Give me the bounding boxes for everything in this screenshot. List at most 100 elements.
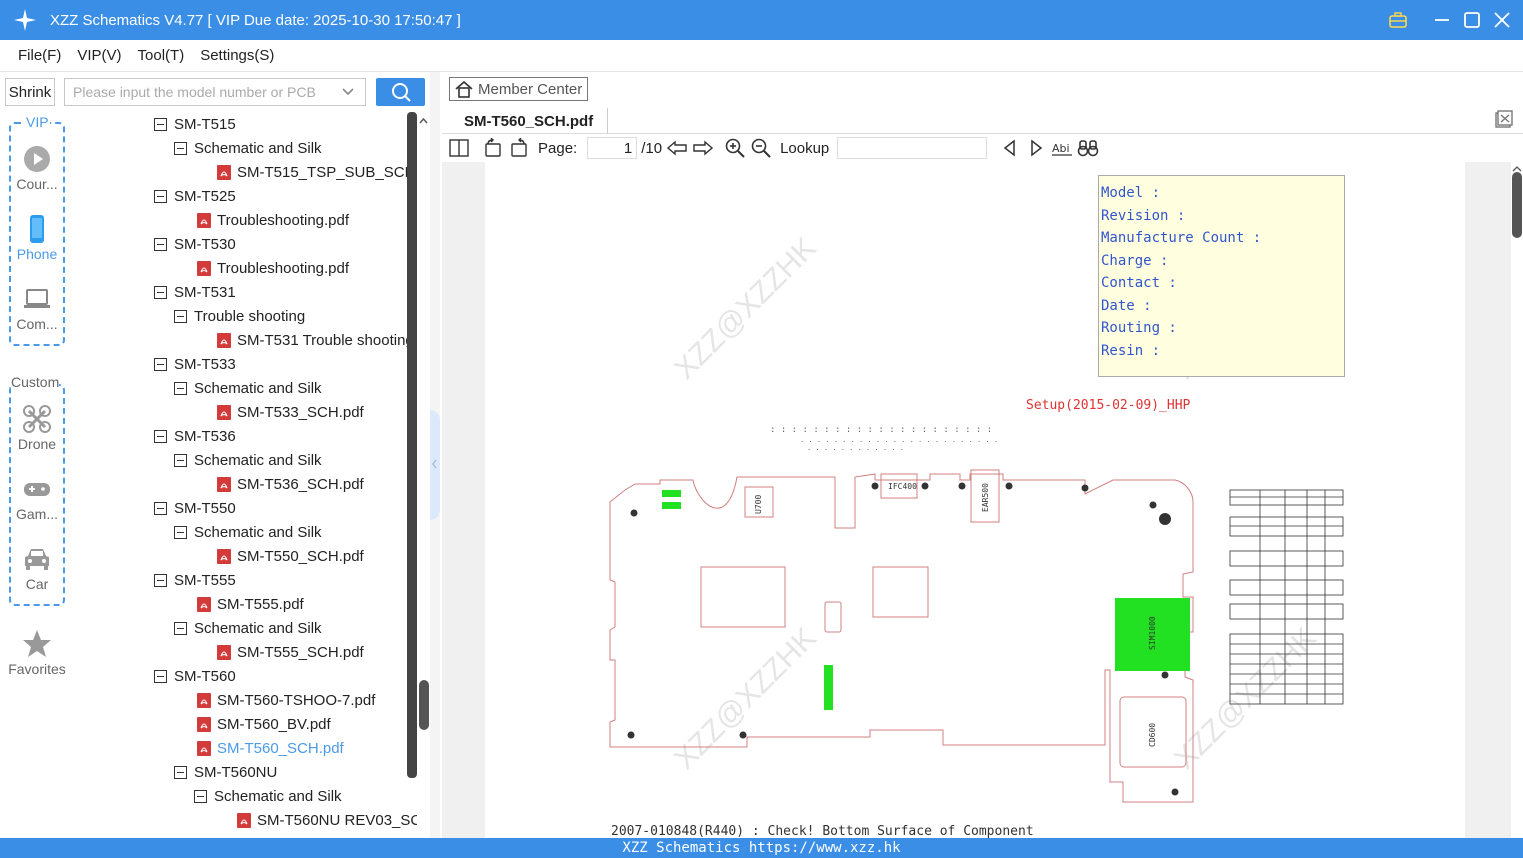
tree-item-label: Schematic and Silk bbox=[194, 379, 322, 397]
rail-item-drone[interactable]: Drone bbox=[0, 404, 74, 452]
window-title: XZZ Schematics V4.77 [ VIP Due date: 202… bbox=[50, 11, 461, 29]
rail-item-game[interactable]: Gam... bbox=[0, 474, 74, 522]
zoom-in-button[interactable] bbox=[724, 137, 746, 159]
pdf-page[interactable]: XZZ@XZZHK XZZ@XZZHK XZZ@XZZHK XZZ@XZZHK … bbox=[485, 162, 1465, 838]
rail-item-computer[interactable]: Com... bbox=[0, 284, 74, 332]
tree-file-item[interactable]: SM-T533_SCH.pdf bbox=[217, 400, 364, 424]
collapse-toggle-icon[interactable] bbox=[154, 429, 167, 443]
tree-folder-item[interactable]: Schematic and Silk bbox=[174, 136, 322, 160]
collapse-toggle-icon[interactable] bbox=[174, 621, 187, 635]
menu-settings[interactable]: Settings(S) bbox=[200, 47, 274, 64]
tree-folder-item[interactable]: SM-T530 bbox=[154, 232, 236, 256]
tree-item-label: SM-T555.pdf bbox=[217, 595, 304, 613]
collapse-toggle-icon[interactable] bbox=[154, 573, 167, 587]
next-page-button[interactable] bbox=[692, 137, 714, 159]
tree-file-item[interactable]: SM-T531 Trouble shooting.p bbox=[217, 328, 420, 352]
toggle-sidebar-button[interactable] bbox=[448, 137, 470, 159]
menu-vip[interactable]: VIP(V) bbox=[77, 47, 121, 64]
member-center-button[interactable]: Member Center bbox=[449, 77, 588, 101]
tree-file-item[interactable]: SM-T555_SCH.pdf bbox=[217, 640, 364, 664]
collapse-toggle-icon[interactable] bbox=[174, 141, 187, 155]
tree-file-item[interactable]: SM-T550_SCH.pdf bbox=[217, 544, 364, 568]
collapse-toggle-icon[interactable] bbox=[174, 453, 187, 467]
tree-item-label: Schematic and Silk bbox=[194, 619, 322, 637]
tree-folder-item[interactable]: SM-T550 bbox=[154, 496, 236, 520]
briefcase-icon[interactable] bbox=[1389, 11, 1407, 29]
rail-item-label: Cour... bbox=[16, 176, 58, 192]
tab-current-document[interactable]: SM-T560_SCH.pdf bbox=[450, 108, 609, 134]
tree-file-item[interactable]: SM-T555.pdf bbox=[197, 592, 304, 616]
tree-folder-item[interactable]: SM-T536 bbox=[154, 424, 236, 448]
find-next-button[interactable] bbox=[1025, 137, 1047, 159]
tree-folder-item[interactable]: SM-T533 bbox=[154, 352, 236, 376]
tree-folder-item[interactable]: SM-T560NU bbox=[174, 760, 277, 784]
tree-folder-item[interactable]: Schematic and Silk bbox=[174, 520, 322, 544]
tree-scrollbar-thumb[interactable] bbox=[419, 680, 429, 730]
tree-folder-item[interactable]: SM-T560 bbox=[154, 664, 236, 688]
tree-folder-item[interactable]: Schematic and Silk bbox=[194, 784, 342, 808]
collapse-toggle-icon[interactable] bbox=[154, 669, 167, 683]
tree-item-label: Schematic and Silk bbox=[194, 451, 322, 469]
pdf-scrollbar-thumb[interactable] bbox=[1512, 172, 1522, 238]
collapse-toggle-icon[interactable] bbox=[154, 189, 167, 203]
collapse-toggle-icon[interactable] bbox=[154, 501, 167, 515]
tree-file-item[interactable]: SM-T515_TSP_SUB_SCH.pdf bbox=[217, 160, 420, 184]
rail-item-favorites[interactable]: Favorites bbox=[0, 629, 74, 677]
tree-file-item[interactable]: SM-T560NU REV03_SCH.p bbox=[237, 808, 420, 832]
collapse-toggle-icon[interactable] bbox=[174, 381, 187, 395]
match-case-button[interactable]: Abi bbox=[1051, 137, 1073, 159]
prev-page-button[interactable] bbox=[666, 137, 688, 159]
scroll-up-icon[interactable] bbox=[417, 114, 430, 127]
tree-folder-item[interactable]: Trouble shooting bbox=[174, 304, 305, 328]
search-input[interactable]: Please input the model number or PCB bbox=[64, 78, 366, 106]
chevron-down-icon[interactable] bbox=[341, 85, 355, 99]
tree-folder-item[interactable]: SM-T555 bbox=[154, 568, 236, 592]
rotate-left-button[interactable] bbox=[482, 137, 504, 159]
minimize-button[interactable] bbox=[1433, 11, 1451, 29]
close-document-icon[interactable] bbox=[1495, 110, 1513, 128]
collapse-toggle-icon[interactable] bbox=[194, 789, 207, 803]
binoculars-button[interactable] bbox=[1077, 137, 1099, 159]
rail-item-course[interactable]: Cour... bbox=[0, 144, 74, 192]
collapse-panel-handle[interactable] bbox=[430, 410, 440, 520]
tree-file-item[interactable]: SM-T560_BV.pdf bbox=[197, 712, 331, 736]
category-rail: VIP Cour... Phone Com... Custom Drone Ga… bbox=[0, 112, 74, 838]
tree-folder-item[interactable]: SM-T515 bbox=[154, 112, 236, 136]
tree-folder-item[interactable]: SM-T525 bbox=[154, 184, 236, 208]
rail-item-phone[interactable]: Phone bbox=[0, 214, 74, 262]
tree-item-label: SM-T560_SCH.pdf bbox=[217, 739, 344, 757]
tree-item-label: SM-T560-TSHOO-7.pdf bbox=[217, 691, 376, 709]
maximize-button[interactable] bbox=[1463, 11, 1481, 29]
menu-tool[interactable]: Tool(T) bbox=[138, 47, 185, 64]
model-tree: SM-T515 Schematic and Silk SM-T515_TSP_SUB… bbox=[74, 112, 420, 838]
collapse-toggle-icon[interactable] bbox=[154, 357, 167, 371]
shrink-button[interactable]: Shrink bbox=[5, 78, 55, 106]
collapse-toggle-icon[interactable] bbox=[174, 309, 187, 323]
close-button[interactable] bbox=[1493, 11, 1511, 29]
collapse-toggle-icon[interactable] bbox=[154, 285, 167, 299]
tree-folder-item[interactable]: SM-T531 bbox=[154, 280, 236, 304]
tree-folder-item[interactable]: Schematic and Silk bbox=[174, 448, 322, 472]
collapse-toggle-icon[interactable] bbox=[154, 117, 167, 131]
zoom-out-button[interactable] bbox=[750, 137, 772, 159]
collapse-toggle-icon[interactable] bbox=[174, 765, 187, 779]
tree-file-item[interactable]: SM-T560-TSHOO-7.pdf bbox=[197, 688, 375, 712]
collapse-toggle-icon[interactable] bbox=[154, 237, 167, 251]
lookup-input[interactable] bbox=[837, 137, 988, 159]
search-button[interactable] bbox=[376, 78, 425, 106]
tree-folder-item[interactable]: Schematic and Silk bbox=[174, 376, 322, 400]
rotate-right-button[interactable] bbox=[508, 137, 530, 159]
menu-file[interactable]: File(F) bbox=[18, 47, 61, 64]
collapse-toggle-icon[interactable] bbox=[174, 525, 187, 539]
tree-file-item[interactable]: Troubleshooting.pdf bbox=[197, 256, 349, 280]
tree-file-item[interactable]: SM-T536_SCH.pdf bbox=[217, 472, 364, 496]
tree-file-item[interactable]: Troubleshooting.pdf bbox=[197, 208, 349, 232]
pdf-scrollbar-track[interactable] bbox=[1511, 162, 1523, 838]
tree-file-item[interactable]: SM-T560_SCH.pdf bbox=[197, 736, 344, 760]
title-bar: XZZ Schematics V4.77 [ VIP Due date: 202… bbox=[0, 0, 1523, 40]
rail-item-car[interactable]: Car bbox=[0, 544, 74, 592]
find-prev-button[interactable] bbox=[999, 137, 1021, 159]
tree-folder-item[interactable]: Schematic and Silk bbox=[174, 616, 322, 640]
pdf-file-icon bbox=[197, 596, 211, 612]
page-number-input[interactable]: 1 bbox=[587, 137, 638, 159]
